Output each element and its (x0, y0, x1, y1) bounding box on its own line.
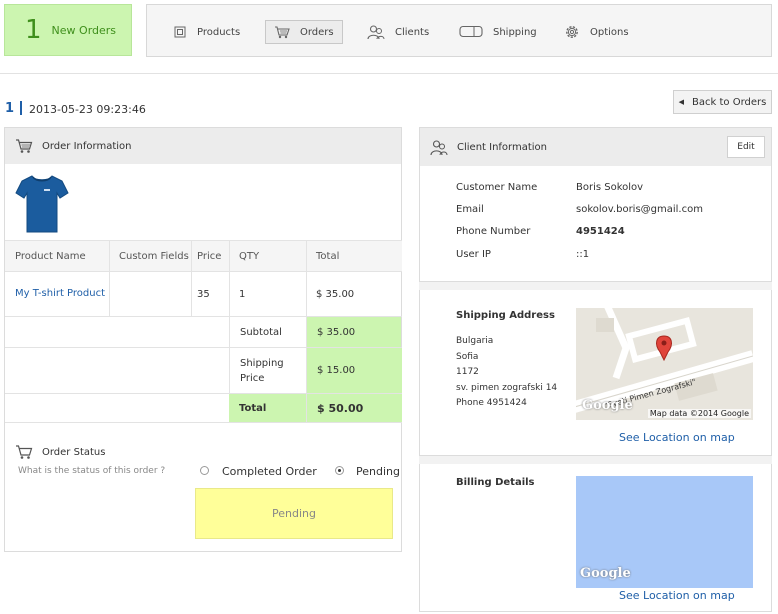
subtotal-value: $ 35.00 (306, 317, 402, 347)
edit-button[interactable]: Edit (727, 136, 765, 158)
subtotal-label: Subtotal (229, 317, 306, 347)
col-price: Price (197, 250, 222, 262)
shipping-price-row: Shipping Price $ 15.00 (5, 347, 402, 393)
cart-icon (15, 138, 33, 154)
status-badge: Pending (195, 488, 393, 539)
new-orders-badge[interactable]: 1 New Orders (4, 4, 132, 56)
billing-map[interactable]: Google (576, 476, 753, 588)
users-icon (367, 24, 385, 40)
col-qty: QTY (239, 250, 260, 262)
col-product-name: Product Name (15, 250, 86, 262)
order-datetime: 2013-05-23 09:23:46 (29, 103, 146, 116)
customer-name-value[interactable]: Boris Sokolov (576, 182, 643, 193)
radio-completed-order[interactable] (200, 466, 209, 475)
order-info-title: Order Information (42, 140, 132, 152)
nav-products[interactable]: Products (165, 20, 248, 44)
shipping-price-value: $ 15.00 (306, 348, 402, 393)
client-info-title: Client Information (457, 141, 548, 153)
header-divider (0, 73, 778, 74)
nav-clients[interactable]: Clients (359, 20, 437, 44)
product-name-link[interactable]: My T-shirt Product (5, 272, 109, 316)
col-total: Total (316, 250, 340, 262)
nav-options-label: Options (590, 26, 629, 38)
google-logo: Google (580, 566, 631, 581)
shipping-map-link[interactable]: See Location on map (619, 431, 735, 444)
map-credit: Map data ©2014 Google (647, 409, 751, 418)
product-qty: 1 (239, 288, 246, 300)
order-separator (20, 101, 22, 115)
billing-details-panel: Billing Details Google See Location on m… (419, 464, 772, 612)
total-row: Total $ 50.00 (5, 393, 402, 423)
nav-shipping-label: Shipping (493, 26, 537, 38)
user-ip-label: User IP (456, 249, 491, 260)
order-status-heading: Order Status (15, 444, 105, 460)
column-divider (191, 240, 192, 316)
product-total: $ 35.00 (316, 288, 355, 300)
customer-name-label: Customer Name (456, 182, 538, 193)
order-status-title: Order Status (42, 446, 106, 458)
shipping-map[interactable]: "Sveti Pimen Zografski" Google Map data … (576, 308, 753, 420)
cart-icon (15, 444, 33, 460)
address-line: 1172 (456, 367, 479, 377)
main-nav: Products Orders Clients Shipping Options (146, 4, 772, 57)
radio-pending-label[interactable]: Pending (356, 465, 400, 478)
client-info-header: Client Information (420, 128, 771, 166)
box-icon (173, 25, 187, 39)
nav-orders-label: Orders (300, 26, 334, 38)
address-line: sv. pimen zografski 14 (456, 382, 558, 393)
product-thumbnail (14, 173, 70, 238)
nav-clients-label: Clients (395, 26, 430, 38)
column-divider (306, 240, 307, 316)
nav-options[interactable]: Options (556, 20, 637, 44)
order-id: 1 (5, 101, 15, 116)
product-custom-fields (109, 272, 191, 316)
order-info-header: Order Information (5, 128, 401, 164)
truck-icon (459, 25, 483, 39)
chevron-left-icon: ◀ (678, 98, 685, 106)
address-line: Sofia (456, 351, 479, 362)
email-value[interactable]: sokolov.boris@gmail.com (576, 204, 703, 215)
shipping-price-label: Shipping Price (229, 348, 306, 393)
radio-completed-order-label[interactable]: Completed Order (222, 465, 317, 478)
col-custom-fields: Custom Fields (119, 250, 189, 262)
total-label: Total (229, 394, 306, 422)
google-logo: Google (582, 398, 633, 413)
address-line: Phone 4951424 (456, 398, 527, 408)
new-orders-count: 1 (25, 15, 42, 45)
shipping-address-panel: Shipping Address Bulgaria Sofia 1172 sv.… (419, 290, 772, 456)
table-header-row: Product Name Custom Fields Price QTY Tot… (5, 240, 402, 271)
column-divider (109, 240, 110, 316)
phone-value: 4951424 (576, 226, 625, 237)
users-icon (430, 139, 448, 156)
email-label: Email (456, 204, 484, 215)
user-ip-value: ::1 (576, 249, 590, 260)
new-orders-label: New Orders (51, 23, 117, 37)
client-info-panel: Client Information Edit Customer Name Bo… (419, 127, 772, 282)
back-to-orders-label: Back to Orders (692, 96, 767, 108)
back-to-orders-button[interactable]: ◀ Back to Orders (673, 90, 772, 114)
nav-orders[interactable]: Orders (265, 20, 343, 44)
nav-products-label: Products (197, 26, 241, 38)
section-spacer (419, 456, 772, 464)
total-value: $ 50.00 (306, 394, 402, 422)
gear-icon (564, 24, 580, 40)
product-price: 35 (197, 288, 210, 300)
subtotal-row: Subtotal $ 35.00 (5, 316, 402, 347)
shipping-address-title: Shipping Address (456, 310, 555, 321)
cart-icon (274, 25, 290, 39)
address-line: Bulgaria (456, 336, 494, 346)
billing-details-title: Billing Details (456, 477, 535, 488)
phone-label: Phone Number (456, 226, 531, 237)
column-divider (229, 240, 230, 316)
shipping-address-lines: Bulgaria Sofia 1172 sv. pimen zografski … (456, 334, 557, 412)
radio-pending[interactable] (335, 466, 344, 475)
order-status-question: What is the status of this order ? (18, 466, 166, 476)
nav-shipping[interactable]: Shipping (451, 20, 545, 44)
billing-map-link[interactable]: See Location on map (619, 589, 735, 602)
section-spacer (419, 282, 772, 290)
table-row: My T-shirt Product 35 1 $ 35.00 (5, 271, 402, 316)
